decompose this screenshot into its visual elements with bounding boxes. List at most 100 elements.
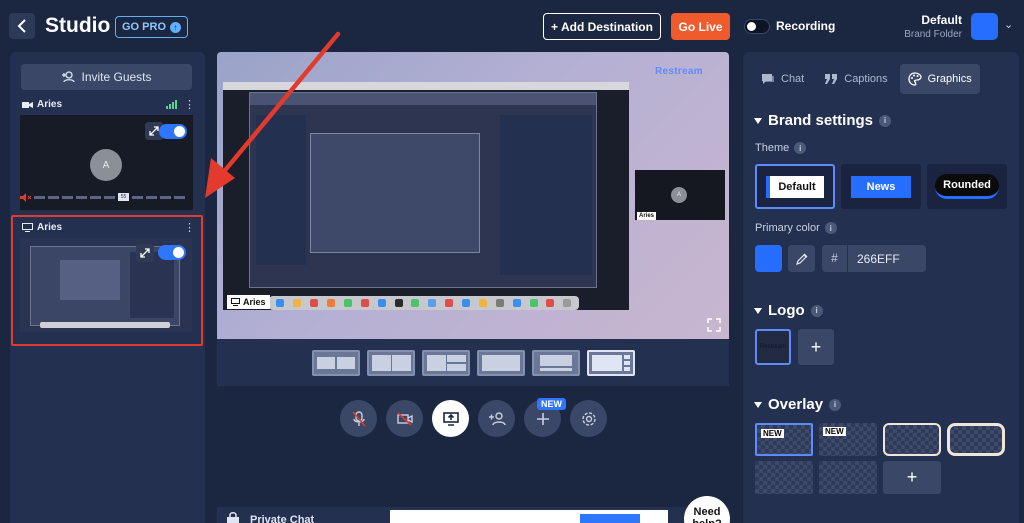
shared-screen [223,82,629,310]
info-icon[interactable]: i [810,304,823,317]
layout-selector [217,339,729,386]
plus-icon: + [810,336,822,357]
need-help-button[interactable]: Need help? [684,496,730,523]
theme-news-label: News [850,175,912,198]
overlay-thumb-3[interactable] [883,423,941,456]
restream-watermark: Restream [655,66,703,77]
layout-option-1[interactable] [311,349,360,376]
caret-down-icon [754,307,762,314]
tab-captions[interactable]: Captions [816,64,895,94]
mic-muted-icon[interactable] [340,400,377,437]
camera-source-menu-button[interactable]: ⋮ [184,98,195,111]
avatar: A [671,187,687,203]
back-button[interactable] [9,13,35,39]
caret-down-icon [754,117,762,124]
add-logo-button[interactable]: + [798,329,834,365]
overlay-thumb-1[interactable]: NEW [755,423,813,456]
chevron-left-icon [17,19,26,33]
stage-screen-name-tag: Aries [227,295,270,309]
info-icon[interactable]: i [824,222,837,234]
theme-rounded-label: Rounded [935,174,999,199]
add-overlay-button[interactable]: + [883,461,941,494]
new-badge: NEW [761,429,784,438]
annotation-highlight-box [11,215,203,346]
layout-option-5[interactable] [531,349,580,376]
theme-default-label: Default [766,175,824,198]
go-pro-label: GO PRO [122,21,167,33]
go-pro-button[interactable]: GO PRO ↑ [115,16,189,38]
theme-label: Theme i [755,142,807,154]
source-label-camera: Aries [22,99,62,110]
layout-option-4[interactable] [476,349,525,376]
brand-folder-label: Brand Folder [904,29,962,40]
graphics-panel: Chat Captions Graphics Brand settings i … [743,52,1019,523]
camera-off-icon[interactable] [386,400,423,437]
layout-option-2[interactable] [366,349,415,376]
plus-icon: + [906,467,918,487]
theme-rounded-card[interactable]: Rounded [927,164,1007,209]
info-icon[interactable]: i [879,114,892,127]
primary-color-label: Primary color i [755,222,837,234]
theme-news-card[interactable]: News [841,164,921,209]
camera-on-stage-toggle[interactable] [159,124,187,139]
stage-preview: Aries A Aries Restream [217,52,729,339]
tab-chat[interactable]: Chat [753,64,812,94]
camera-icon [22,101,33,108]
invite-guests-button[interactable]: Invite Guests [21,64,192,90]
info-icon[interactable]: i [794,142,807,154]
camera-source-name: Aries [37,99,63,110]
recording-label: Recording [776,19,836,33]
logo-thumbnail[interactable]: Restream [755,329,791,365]
overlay-thumb-6[interactable] [819,461,877,494]
new-badge: NEW [823,427,846,436]
volume-slider[interactable]: 55 [20,192,193,202]
dock [269,296,579,310]
overlay-thumb-2[interactable]: NEW [819,423,877,456]
primary-color-hex-input[interactable]: # 266EFF [822,245,926,272]
top-bar: Studio GO PRO ↑ + Add Destination Go Liv… [0,0,1024,52]
add-person-icon [62,71,76,83]
go-live-button[interactable]: Go Live [671,13,730,40]
layout-option-3[interactable] [421,349,470,376]
overlay-thumb-5[interactable] [755,461,813,494]
share-screen-icon[interactable] [432,400,469,437]
new-badge: NEW [537,398,566,410]
settings-icon[interactable] [570,400,607,437]
info-icon[interactable]: i [829,398,842,411]
chat-icon [762,74,774,84]
logo-header[interactable]: Logo i [754,302,823,319]
arrow-up-icon: ↑ [170,21,182,33]
chevron-down-icon[interactable]: ⌄ [1004,18,1013,31]
tab-graphics[interactable]: Graphics [899,64,980,94]
monitor-icon [231,298,240,306]
private-chat-label: Private Chat [250,514,315,523]
recording-toggle[interactable] [744,19,770,34]
hash-prefix: # [822,245,848,272]
caret-down-icon [754,401,762,408]
brand-name[interactable]: Default [921,13,962,27]
palette-icon [908,72,922,86]
page-title: Studio [45,14,111,37]
volume-knob[interactable]: 55 [118,193,129,201]
notification-action-button[interactable] [580,514,640,523]
brand-settings-header[interactable]: Brand settings i [754,112,892,129]
panel-tabs: Chat Captions Graphics [753,64,1011,94]
brand-color-swatch[interactable] [971,13,998,40]
fullscreen-icon[interactable] [707,318,721,332]
stage-controls [340,400,607,437]
signal-strength-icon [166,100,177,109]
overlay-header[interactable]: Overlay i [754,396,842,413]
stage-camera-name-tag: Aries [637,212,657,220]
layout-option-6[interactable] [586,349,635,376]
invite-guests-label: Invite Guests [81,70,152,84]
add-destination-button[interactable]: + Add Destination [543,13,661,40]
overlay-thumb-4[interactable] [947,423,1005,456]
theme-default-card[interactable]: Default [755,164,835,209]
quote-icon [825,74,838,84]
hex-value: 266EFF [857,251,900,266]
lock-icon [227,512,239,523]
primary-color-swatch[interactable] [755,245,782,272]
add-guest-icon[interactable] [478,400,515,437]
avatar: A [90,149,122,181]
eyedropper-icon[interactable] [788,245,815,272]
